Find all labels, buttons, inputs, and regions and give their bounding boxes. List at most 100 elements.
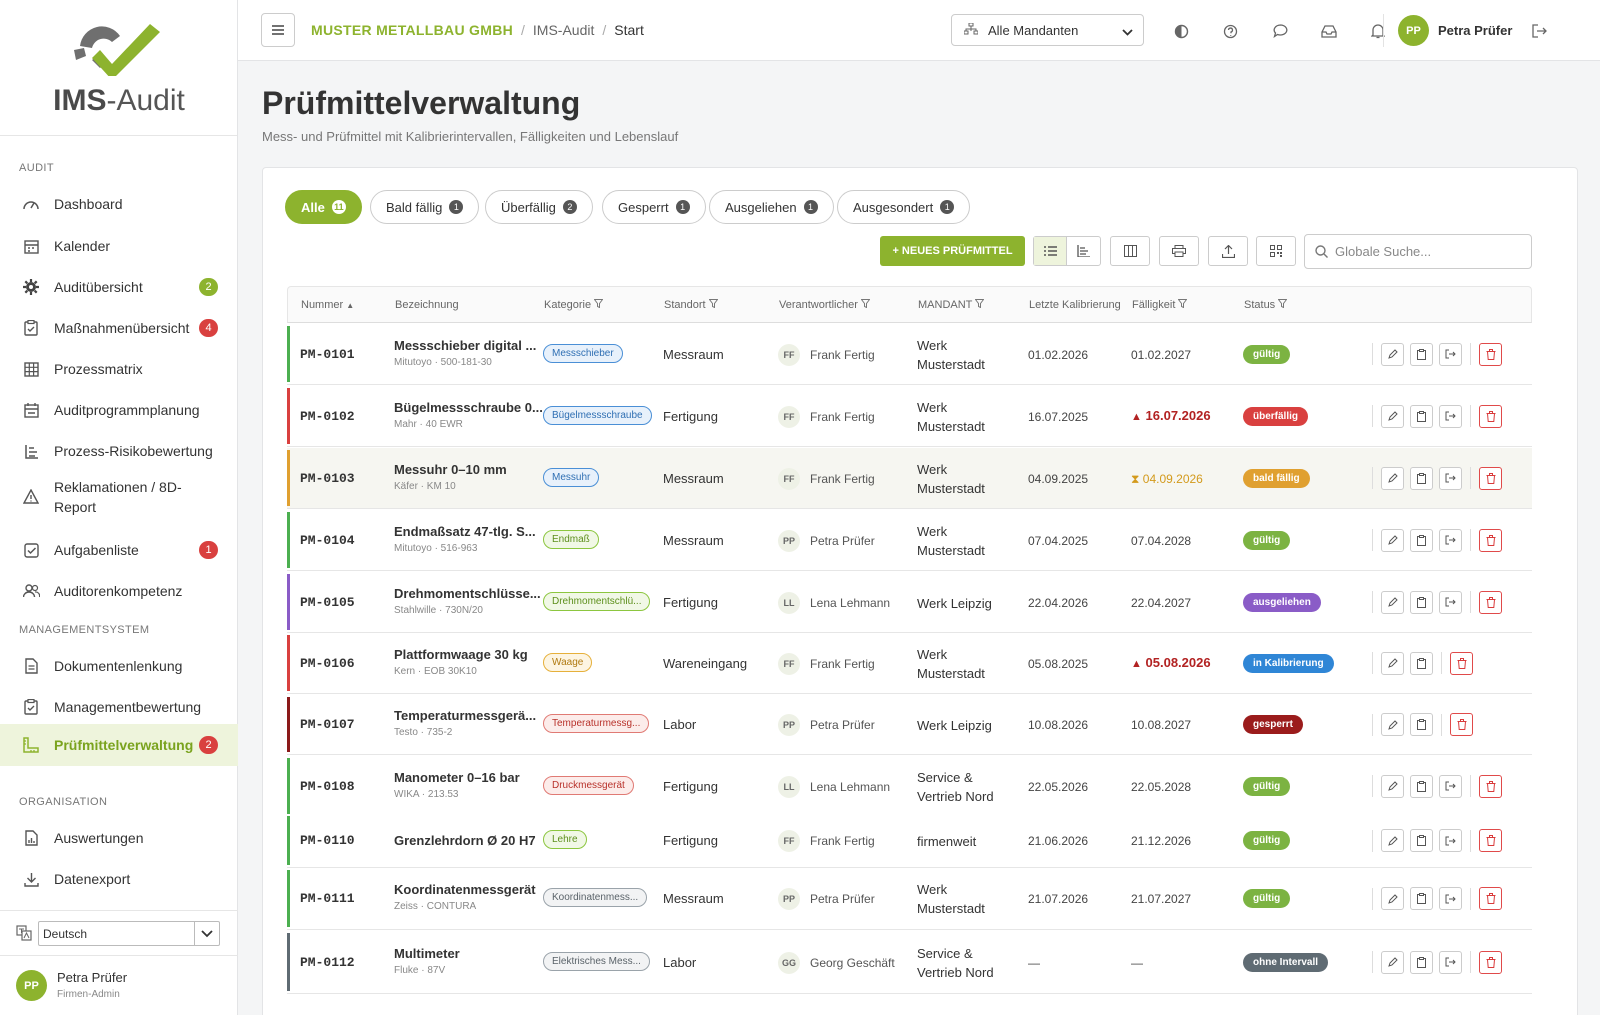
pm-number[interactable]: PM-0110 [300,833,355,848]
filter-ausgeliehen[interactable]: Ausgeliehen 1 [709,190,834,224]
global-search-input[interactable]: Globale Suche... [1304,234,1532,269]
bezeichnung[interactable]: Endmaßsatz 47-tlg. S... Mitutoyo · 516-9… [394,524,536,554]
table-row[interactable]: PM-0108 Manometer 0–16 bar WIKA · 213.53… [287,756,1532,817]
table-row[interactable]: PM-0101 Messschieber digital ... Mitutoy… [287,324,1532,385]
lend-button[interactable] [1439,950,1462,974]
bell-icon[interactable] [1369,22,1387,40]
lend-button[interactable] [1439,887,1462,910]
delete-button[interactable] [1479,590,1502,614]
history-button[interactable] [1410,713,1433,736]
col-letzte-kalibrierung[interactable]: Letzte Kalibrierung [1029,299,1121,311]
pm-number[interactable]: PM-0101 [300,347,355,362]
edit-button[interactable] [1381,466,1404,490]
pm-number[interactable]: PM-0111 [300,891,355,906]
tree-view-icon[interactable] [1067,237,1100,265]
lend-button[interactable] [1439,342,1462,366]
bezeichnung[interactable]: Multimeter Fluke · 87V [394,946,460,976]
bezeichnung[interactable]: Grenzlehrdorn Ø 20 H7 [394,833,536,848]
sidebar-item-kalender[interactable]: Kalender [0,225,238,267]
sidebar-item-datenexport[interactable]: Datenexport [0,858,238,900]
inbox-icon[interactable] [1320,22,1338,40]
history-button[interactable] [1410,774,1433,798]
pm-number[interactable]: PM-0107 [300,717,355,732]
sidebar-user[interactable]: PP Petra Prüfer Firmen-Admin [0,955,238,1015]
pm-number[interactable]: PM-0112 [300,955,355,970]
delete-button[interactable] [1479,887,1502,910]
delete-button[interactable] [1450,651,1473,675]
history-button[interactable] [1410,829,1433,852]
breadcrumb-company[interactable]: MUSTER METALLBAU GMBH [311,22,513,38]
bezeichnung[interactable]: Plattformwaage 30 kg Kern · EOB 30K10 [394,647,528,677]
edit-button[interactable] [1381,651,1404,675]
chat-icon[interactable] [1271,22,1289,40]
col-status[interactable]: Status [1244,299,1288,311]
sidebar-item-auswertungen[interactable]: Auswertungen [0,817,238,859]
pm-number[interactable]: PM-0106 [300,656,355,671]
print-icon[interactable] [1159,236,1199,266]
filter-bald-faellig[interactable]: Bald fällig 1 [370,190,480,224]
bezeichnung[interactable]: Temperaturmessgerä... Testo · 735-2 [394,708,536,738]
app-logo[interactable]: IMS-Audit [0,0,237,136]
edit-button[interactable] [1381,829,1404,852]
lend-button[interactable] [1439,774,1462,798]
bezeichnung[interactable]: Drehmomentschlüsse... Stahlwille · 730N/… [394,586,541,616]
history-button[interactable] [1410,404,1433,428]
lend-button[interactable] [1439,528,1462,552]
pm-number[interactable]: PM-0108 [300,779,355,794]
qr-code-icon[interactable] [1256,236,1296,266]
sidebar-item-risikobewertung[interactable]: Prozess-Risikobewertung [0,430,238,472]
table-row[interactable]: PM-0102 Bügelmessschraube 0... Mahr · 40… [287,386,1532,447]
sidebar-item-auditorenkompetenz[interactable]: Auditorenkompetenz [0,570,238,612]
pm-number[interactable]: PM-0103 [300,471,355,486]
lend-button[interactable] [1439,590,1462,614]
edit-button[interactable] [1381,950,1404,974]
topbar-user-name[interactable]: Petra Prüfer [1438,23,1512,38]
col-nummer[interactable]: Nummer ▲ [301,299,354,311]
edit-button[interactable] [1381,713,1404,736]
delete-button[interactable] [1479,950,1502,974]
filter-ausgesondert[interactable]: Ausgesondert 1 [837,190,971,224]
col-standort[interactable]: Standort [664,299,719,311]
edit-button[interactable] [1381,774,1404,798]
bezeichnung[interactable]: Bügelmessschraube 0... Mahr · 40 EWR [394,400,543,430]
lend-button[interactable] [1439,404,1462,428]
table-row[interactable]: PM-0104 Endmaßsatz 47-tlg. S... Mitutoyo… [287,510,1532,571]
menu-toggle-button[interactable] [261,13,295,47]
table-row[interactable]: PM-0107 Temperaturmessgerä... Testo · 73… [287,695,1532,755]
delete-button[interactable] [1479,342,1502,366]
logout-icon[interactable] [1530,22,1548,40]
avatar[interactable]: PP [1398,15,1429,46]
col-mandant[interactable]: MANDANT [918,299,985,311]
table-row[interactable]: PM-0111 Koordinatenmessgerät Zeiss · CON… [287,868,1532,930]
help-icon[interactable] [1221,22,1239,40]
col-faelligkeit[interactable]: Fälligkeit [1132,299,1188,311]
table-row[interactable]: PM-0110 Grenzlehrdorn Ø 20 H7 Lehre Fert… [287,814,1532,868]
history-button[interactable] [1410,342,1433,366]
edit-button[interactable] [1381,590,1404,614]
history-button[interactable] [1410,950,1433,974]
col-verantwortlicher[interactable]: Verantwortlicher [779,299,871,311]
filter-ueberfaellig[interactable]: Überfällig 2 [485,190,593,224]
lend-button[interactable] [1439,829,1462,852]
filter-alle[interactable]: Alle 11 [285,190,362,224]
pm-number[interactable]: PM-0102 [300,409,355,424]
breadcrumb-app[interactable]: IMS-Audit [533,22,594,38]
bezeichnung[interactable]: Messschieber digital ... Mitutoyo · 500-… [394,338,536,368]
bezeichnung[interactable]: Koordinatenmessgerät Zeiss · CONTURA [394,882,536,912]
pm-number[interactable]: PM-0104 [300,533,355,548]
history-button[interactable] [1410,590,1433,614]
edit-button[interactable] [1381,342,1404,366]
history-button[interactable] [1410,651,1433,675]
delete-button[interactable] [1479,466,1502,490]
edit-button[interactable] [1381,404,1404,428]
columns-icon[interactable] [1110,236,1150,266]
sidebar-item-aufgabenliste[interactable]: Aufgabenliste 1 [0,529,238,571]
delete-button[interactable] [1450,713,1473,736]
edit-button[interactable] [1381,528,1404,552]
sidebar-item-pruefmittelverwaltung[interactable]: Prüfmittelverwaltung 2 [0,724,238,766]
language-select[interactable]: Deutsch [38,921,220,946]
sidebar-item-dashboard[interactable]: Dashboard [0,183,238,225]
history-button[interactable] [1410,887,1433,910]
sidebar-item-managementbewertung[interactable]: Managementbewertung [0,686,238,728]
delete-button[interactable] [1479,404,1502,428]
